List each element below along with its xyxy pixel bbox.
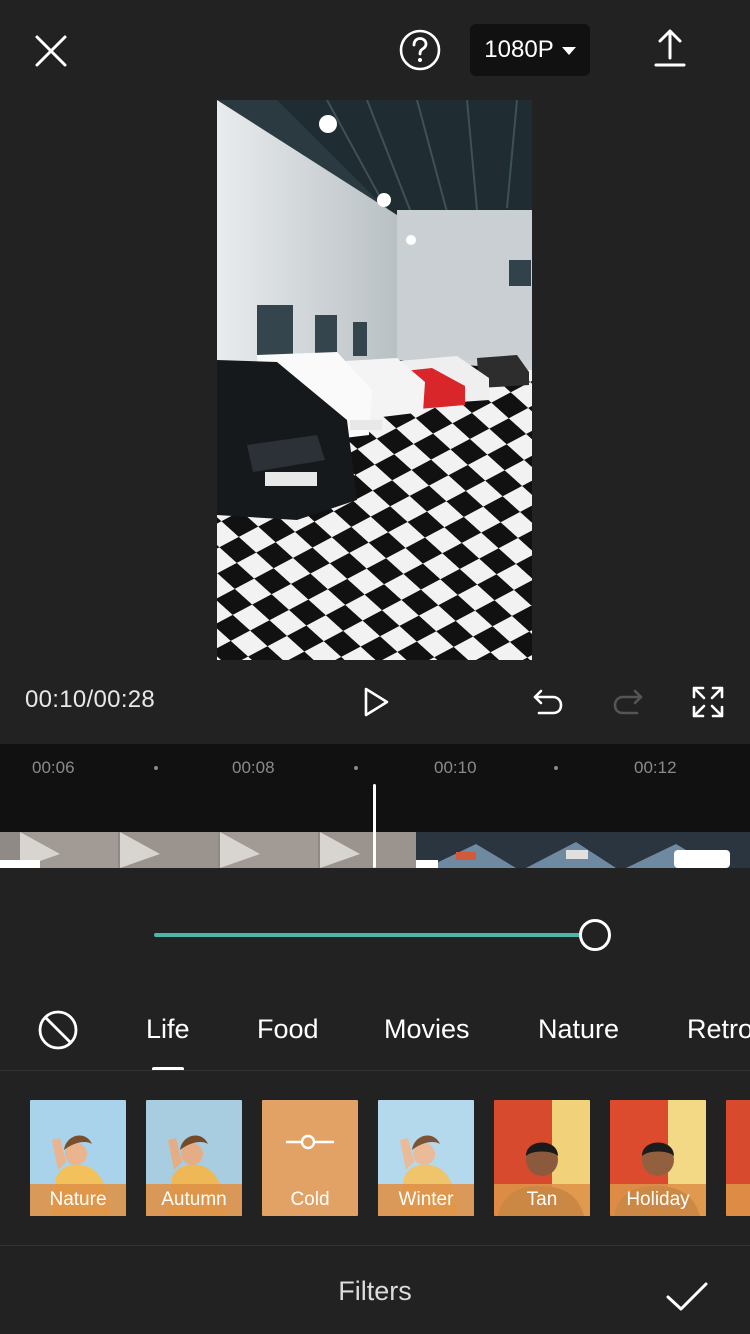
filter-label: Cold (290, 1189, 330, 1210)
filter-holiday[interactable]: Holiday (610, 1100, 706, 1216)
undo-icon[interactable] (524, 678, 572, 726)
timeline-dot (354, 766, 358, 770)
filter-autumn[interactable]: Autumn (146, 1100, 242, 1216)
filter-panel: Life Food Movies Nature Retro Nature Aut… (0, 868, 750, 1334)
preview-image (217, 100, 532, 660)
top-bar: 1080P (0, 0, 750, 100)
playback-controls: 00:10/00:28 (0, 670, 750, 734)
timeline-tick: 00:10 (434, 758, 477, 777)
tab-nature[interactable]: Nature (538, 1014, 619, 1045)
filter-label: Nature (30, 1184, 126, 1216)
tab-movies[interactable]: Movies (384, 1014, 470, 1045)
timeline-dot (554, 766, 558, 770)
timeline-tick: 00:12 (634, 758, 677, 777)
checkmark-icon[interactable] (660, 1270, 714, 1324)
redo-icon[interactable] (604, 678, 652, 726)
filter-category-tabs: Life Food Movies Nature Retro (0, 990, 750, 1070)
video-clip-2[interactable] (416, 832, 750, 868)
filter-winter[interactable]: Winter (378, 1100, 474, 1216)
tab-life[interactable]: Life (146, 1014, 190, 1070)
timeline-dot (154, 766, 158, 770)
playhead[interactable] (373, 784, 376, 868)
tab-retro[interactable]: Retro (687, 1014, 750, 1045)
filter-cold[interactable]: Cold (262, 1100, 358, 1216)
filter-partial[interactable]: U (726, 1100, 750, 1216)
intensity-slider-thumb[interactable] (579, 919, 611, 951)
filter-label: Tan (494, 1184, 590, 1216)
filter-list: Nature Autumn Cold Winter Tan Holiday (0, 1100, 750, 1216)
filter-label: Autumn (146, 1184, 242, 1216)
resolution-label: 1080P (484, 36, 554, 63)
filter-label: Holiday (610, 1184, 706, 1216)
caret-down-icon (561, 47, 576, 55)
tab-food[interactable]: Food (257, 1014, 319, 1045)
video-clip-1[interactable] (0, 832, 416, 868)
filter-label: Winter (378, 1184, 474, 1216)
play-icon[interactable] (352, 678, 400, 726)
intensity-slider-track[interactable] (154, 933, 582, 937)
video-preview[interactable] (217, 100, 532, 660)
fullscreen-icon[interactable] (684, 678, 732, 726)
timecode: 00:10/00:28 (25, 686, 156, 713)
divider (0, 1070, 750, 1071)
question-circle-icon[interactable] (396, 26, 444, 74)
upload-icon[interactable] (646, 24, 694, 72)
filter-nature[interactable]: Nature (30, 1100, 126, 1216)
timeline[interactable]: 00:06 00:08 00:10 00:12 (0, 744, 750, 868)
timeline-tick: 00:06 (32, 758, 75, 777)
divider (0, 1245, 750, 1246)
resolution-dropdown[interactable]: 1080P (470, 24, 590, 76)
timeline-tick: 00:08 (232, 758, 275, 777)
panel-title: Filters (338, 1276, 412, 1306)
adjust-slider-icon (286, 1134, 334, 1150)
close-icon[interactable] (26, 26, 76, 76)
filter-label: U (726, 1184, 750, 1216)
filter-tan[interactable]: Tan (494, 1100, 590, 1216)
no-filter-icon[interactable] (36, 1008, 80, 1052)
